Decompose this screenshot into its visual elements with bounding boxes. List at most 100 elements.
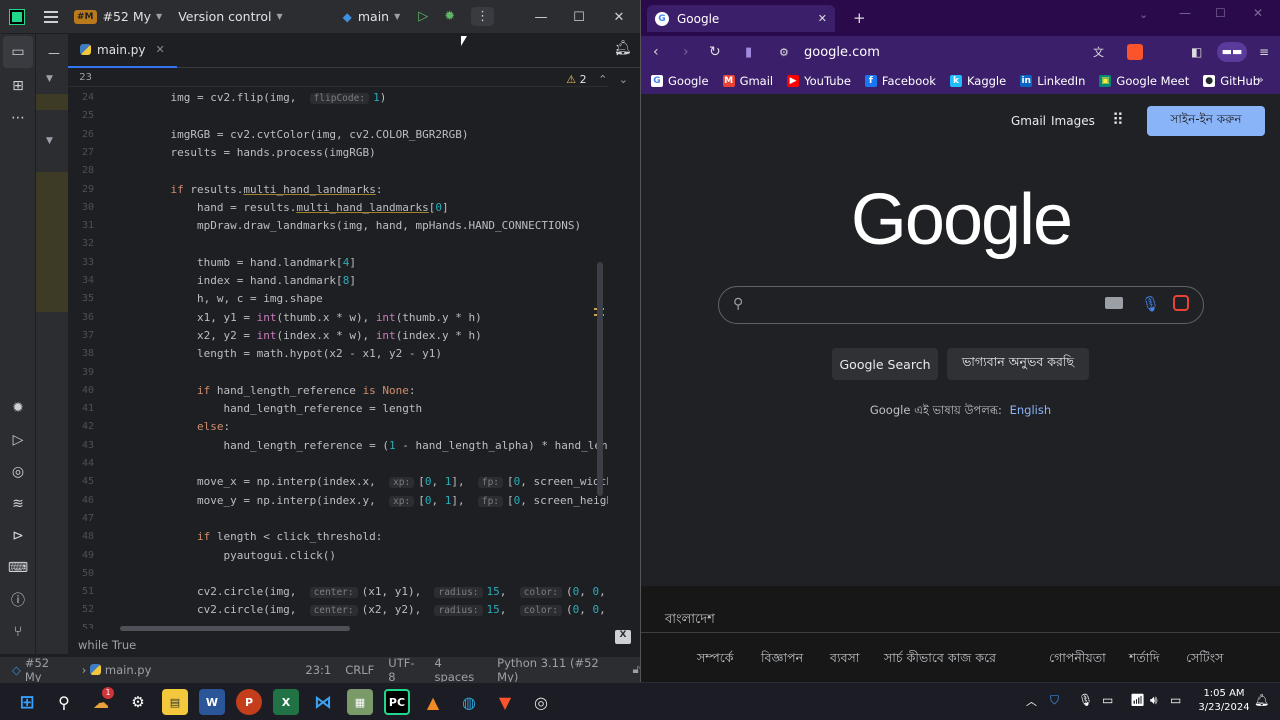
status-file[interactable]: main.py bbox=[105, 663, 152, 677]
more-actions-icon[interactable]: ⋮ bbox=[471, 7, 495, 26]
code-line[interactable]: else: bbox=[144, 420, 230, 433]
file-explorer-icon[interactable]: ▤ bbox=[162, 689, 188, 715]
browser-tab-google[interactable]: G Google ✕ bbox=[647, 5, 835, 32]
tab-search-icon[interactable]: ⌄ bbox=[1139, 8, 1148, 21]
code-line[interactable]: if results.multi_hand_landmarks: bbox=[144, 183, 383, 196]
notifications-icon[interactable]: 🔔︎ bbox=[614, 40, 632, 56]
keyboard-icon[interactable] bbox=[1105, 297, 1123, 309]
settings-icon[interactable]: ⚙ bbox=[125, 689, 151, 715]
file-encoding[interactable]: UTF-8 bbox=[388, 656, 420, 684]
git-icon[interactable]: ⑂ bbox=[0, 616, 36, 648]
volume-icon[interactable]: 🔊︎ bbox=[1150, 693, 1158, 708]
bookmark-linkedin[interactable]: in LinkedIn bbox=[1020, 74, 1085, 88]
footer-link[interactable]: সেটিংস bbox=[1186, 650, 1223, 670]
project-tool-icon[interactable]: ▭ bbox=[3, 36, 33, 68]
line-separator[interactable]: CRLF bbox=[345, 663, 374, 677]
main-menu-icon[interactable] bbox=[44, 10, 58, 23]
indent-setting[interactable]: 4 spaces bbox=[434, 656, 483, 684]
display-icon[interactable]: ▭ bbox=[1102, 693, 1113, 707]
code-line[interactable]: img = cv2.flip(img, flipCode: 1) bbox=[144, 91, 386, 104]
menu-icon[interactable]: ≡ bbox=[1259, 45, 1269, 59]
horizontal-scrollbar[interactable] bbox=[120, 626, 350, 631]
search-box[interactable]: ⚲ 🎙︎ bbox=[718, 286, 1204, 324]
bookmark-youtube[interactable]: ▶ YouTube bbox=[787, 74, 851, 88]
collapse-icon[interactable]: — bbox=[48, 46, 60, 60]
chevron-down-icon[interactable]: ▼ bbox=[394, 12, 400, 21]
vertical-scrollbar[interactable] bbox=[597, 262, 603, 496]
edge-icon[interactable]: ◍ bbox=[456, 689, 482, 715]
structure-tool-icon[interactable]: ⊞ bbox=[0, 70, 36, 102]
chrome-icon[interactable]: ◎ bbox=[528, 689, 554, 715]
caret-position[interactable]: 23:1 bbox=[305, 663, 331, 677]
code-area[interactable]: 24 img = cv2.flip(img, flipCode: 1) 25 26 i… bbox=[68, 69, 608, 629]
code-line[interactable]: imgRGB = cv2.cvtColor(img, cv2.COLOR_BGR… bbox=[144, 128, 468, 141]
battery-icon[interactable]: ▭ bbox=[1170, 693, 1181, 707]
google-search-button[interactable]: Google Search bbox=[832, 348, 938, 380]
services-icon[interactable]: ⊳ bbox=[0, 520, 36, 552]
bookmark-github[interactable]: ● GitHub bbox=[1203, 74, 1260, 88]
more-tools-icon[interactable]: ⋯ bbox=[0, 102, 36, 134]
code-line[interactable]: thumb = hand.landmark[4] bbox=[144, 256, 356, 269]
minimize-icon[interactable]: — bbox=[523, 0, 559, 34]
code-line[interactable]: hand_length_reference = length bbox=[144, 402, 422, 415]
code-line[interactable]: pyautogui.click() bbox=[144, 549, 336, 562]
code-line[interactable]: if length < click_threshold: bbox=[144, 530, 382, 543]
apps-grid-icon[interactable]: ⠿ bbox=[1112, 110, 1124, 129]
problems-icon[interactable]: ⓘ bbox=[0, 584, 36, 616]
footer-link[interactable]: শর্তাদি bbox=[1129, 650, 1160, 670]
packages-icon[interactable]: ≋ bbox=[0, 488, 36, 520]
site-info-icon[interactable]: ⚙ bbox=[779, 46, 789, 59]
wifi-icon[interactable]: 📶︎ bbox=[1130, 693, 1145, 707]
word-icon[interactable]: W bbox=[199, 689, 225, 715]
images-link[interactable]: Images bbox=[1051, 114, 1095, 128]
python-interpreter[interactable]: Python 3.11 (#52 My) bbox=[497, 656, 618, 684]
private-icon[interactable]: ▬▬ bbox=[1217, 42, 1247, 62]
debug-tool-icon[interactable]: ✹ bbox=[0, 392, 36, 424]
code-line[interactable]: hand_length_reference = (1 - hand_length… bbox=[144, 439, 608, 452]
code-line[interactable]: x1, y1 = int(thumb.x * w), int(thumb.y *… bbox=[144, 311, 482, 324]
bookmark-google-meet[interactable]: ▣ Google Meet bbox=[1099, 74, 1189, 88]
vcs-menu[interactable]: Version control bbox=[178, 9, 271, 24]
prev-highlight-icon[interactable]: ⌃ bbox=[598, 73, 607, 86]
voice-search-icon[interactable]: 🎙︎ bbox=[1141, 295, 1160, 313]
code-line[interactable]: cv2.circle(img, center: (x2, y2), radius:… bbox=[144, 603, 608, 617]
vscode-icon[interactable]: ⋈ bbox=[310, 689, 336, 715]
sign-in-button[interactable]: সাইন-ইন করুন bbox=[1147, 106, 1265, 136]
next-highlight-icon[interactable]: ⌄ bbox=[619, 73, 628, 86]
powerpoint-icon[interactable]: P bbox=[236, 689, 262, 715]
more-bookmarks-icon[interactable]: » bbox=[1257, 73, 1264, 86]
bookmark-icon[interactable]: ▮ bbox=[745, 45, 752, 60]
footer-link[interactable]: ব্যবসা bbox=[830, 650, 859, 670]
maximize-icon[interactable]: ☐ bbox=[1215, 6, 1226, 20]
show-hidden-icons[interactable]: ︿ bbox=[1026, 693, 1037, 709]
code-line[interactable]: length = math.hypot(x2 - x1, y2 - y1) bbox=[144, 347, 442, 360]
close-tab-icon[interactable]: ✕ bbox=[156, 43, 165, 56]
close-tab-icon[interactable]: ✕ bbox=[818, 12, 827, 25]
breadcrumb[interactable]: while True bbox=[68, 634, 608, 656]
code-line[interactable]: index = hand.landmark[8] bbox=[144, 274, 356, 287]
new-tab-icon[interactable]: + bbox=[853, 9, 866, 27]
bookmark-kaggle[interactable]: k Kaggle bbox=[949, 74, 1006, 88]
branch-selector[interactable]: main bbox=[358, 9, 389, 24]
sidebar-icon[interactable]: ◧ bbox=[1191, 45, 1202, 59]
address-bar[interactable]: google.com bbox=[804, 40, 1184, 64]
bookmark-google[interactable]: G Google bbox=[651, 74, 709, 88]
maximize-icon[interactable]: ☐ bbox=[561, 0, 597, 34]
footer-link[interactable]: সম্পর্কে bbox=[697, 650, 734, 670]
lens-icon[interactable] bbox=[1173, 295, 1189, 311]
forward-icon[interactable]: › bbox=[683, 44, 689, 60]
footer-link[interactable]: গোপনীয়তা bbox=[1049, 650, 1106, 670]
reload-icon[interactable]: ↻ bbox=[709, 44, 721, 60]
lock-icon[interactable]: 🔓︎ bbox=[633, 662, 640, 677]
footer-link[interactable]: সার্চ কীভাবে কাজ করে bbox=[884, 650, 996, 670]
close-icon[interactable]: ✕ bbox=[601, 0, 637, 34]
code-line[interactable]: move_x = np.interp(index.x, xp: [0, 1], f… bbox=[144, 475, 608, 489]
notification-bell-icon[interactable]: 🔔︎ bbox=[1254, 693, 1269, 707]
mic-icon[interactable]: 🎙︎ bbox=[1078, 693, 1093, 707]
inspection-widget[interactable]: ⚠ 2 ⌃ ⌄ bbox=[566, 73, 628, 86]
footer-link[interactable]: বিজ্ঞাপন bbox=[761, 650, 803, 670]
clock[interactable]: 1:05 AM 3/23/2024 bbox=[1194, 687, 1254, 715]
code-line[interactable]: cv2.circle(img, center: (x1, y1), radius:… bbox=[144, 585, 608, 599]
excel-icon[interactable]: X bbox=[273, 689, 299, 715]
search-icon[interactable]: ⚲ bbox=[51, 689, 77, 715]
